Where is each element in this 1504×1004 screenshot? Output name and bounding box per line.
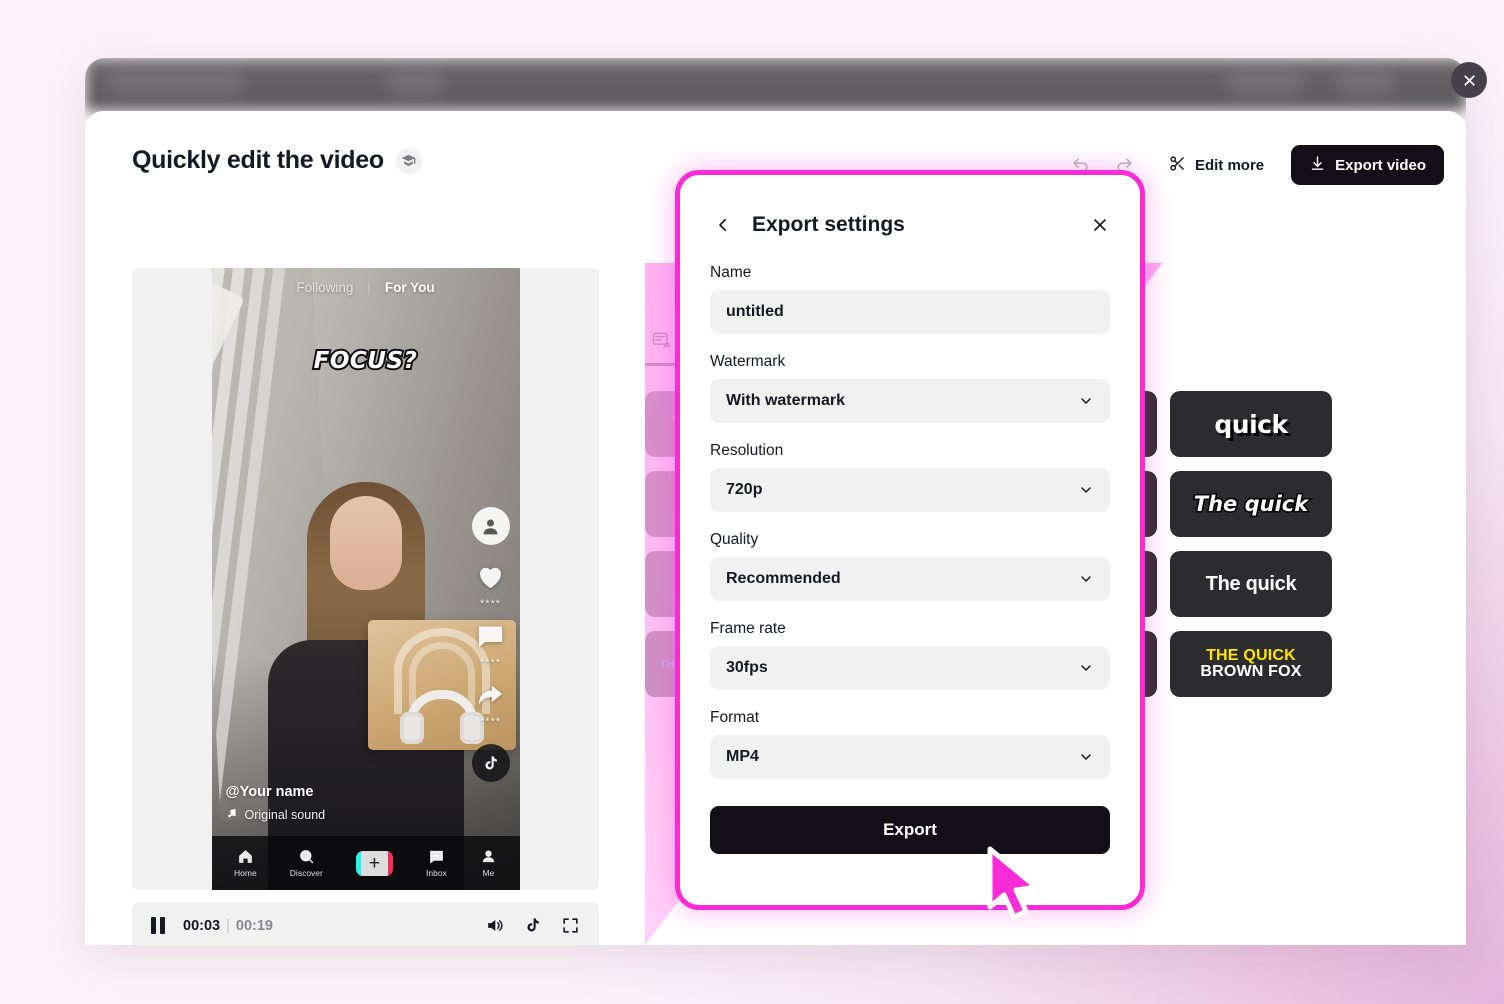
music-note-icon: [226, 807, 238, 822]
export-settings-modal: Export settings Name Watermark With wate…: [675, 170, 1145, 910]
watermark-label: Watermark: [710, 353, 786, 370]
video-preview-column: Following | For You FOCUS? **** **** ***…: [132, 268, 599, 945]
quality-label: Quality: [710, 531, 759, 548]
chevron-down-icon: [1081, 665, 1091, 671]
format-label: Format: [710, 709, 760, 726]
tiktok-note-icon[interactable]: [523, 916, 542, 935]
style-card[interactable]: THE QUICK BROWN FOX: [1170, 631, 1332, 697]
nav-discover-label: Discover: [289, 868, 323, 878]
tab-for-you[interactable]: For You: [385, 280, 435, 295]
scissors-icon: [1169, 155, 1186, 176]
player-bar: 00:03 | 00:19: [132, 902, 599, 945]
style-card-text: The quick: [1192, 491, 1309, 516]
blurred-top-bar: [85, 58, 1466, 111]
like-count: ****: [479, 598, 502, 610]
nav-discover[interactable]: Discover: [290, 848, 323, 878]
avatar[interactable]: [471, 507, 510, 545]
text-edit-icon[interactable]: [645, 323, 679, 366]
style-card[interactable]: The quick: [1170, 471, 1332, 537]
sound-row: Original sound: [226, 807, 326, 822]
panel-tabs: [645, 323, 679, 366]
resolution-value: 720p: [726, 481, 763, 498]
chevron-left-icon[interactable]: [710, 216, 736, 234]
close-icon[interactable]: [1451, 62, 1487, 98]
nav-inbox[interactable]: Inbox: [426, 848, 447, 878]
video-meta: @Your name Original sound: [226, 784, 326, 822]
share-count: ****: [479, 716, 502, 728]
format-select[interactable]: MP4: [710, 735, 1110, 779]
name-field[interactable]: [710, 290, 1110, 334]
style-card-text: The quick: [1205, 573, 1297, 595]
sound-label: Original sound: [244, 807, 326, 822]
nav-me[interactable]: Me: [480, 848, 497, 878]
share-icon[interactable]: [475, 679, 506, 715]
style-card-text: THE QUICK BROWN FOX: [1200, 647, 1302, 680]
comment-count: ****: [479, 657, 502, 669]
frame-rate-select[interactable]: 30fps: [710, 646, 1110, 690]
style-card-text: quick: [1214, 409, 1288, 439]
tiktok-feed-tabs: Following | For You: [212, 280, 520, 295]
watermark-select[interactable]: With watermark: [710, 379, 1110, 423]
fullscreen-icon[interactable]: [561, 916, 580, 935]
time-separator: |: [226, 917, 230, 934]
export-video-button[interactable]: Export video: [1291, 145, 1444, 185]
nav-create[interactable]: [355, 850, 393, 876]
current-time: 00:03: [183, 917, 221, 934]
page-title: Quickly edit the video: [132, 146, 422, 175]
video-frame[interactable]: Following | For You FOCUS? **** **** ***…: [132, 268, 599, 890]
format-value: MP4: [726, 748, 759, 765]
name-input[interactable]: [726, 303, 1094, 321]
export-button[interactable]: Export: [710, 806, 1110, 854]
edit-more-button[interactable]: Edit more: [1151, 145, 1282, 185]
nav-me-label: Me: [482, 868, 495, 878]
time-display: 00:03 | 00:19: [183, 918, 273, 934]
nav-home-label: Home: [234, 868, 257, 878]
edit-more-label: Edit more: [1194, 156, 1265, 174]
export-video-label: Export video: [1335, 156, 1426, 174]
quality-select[interactable]: Recommended: [710, 557, 1110, 601]
tiktok-note-disc-icon: [471, 744, 510, 782]
tab-following[interactable]: Following: [296, 280, 353, 295]
resolution-select[interactable]: 720p: [710, 468, 1110, 512]
volume-icon[interactable]: [485, 916, 504, 935]
pause-button[interactable]: [151, 917, 167, 934]
style-card[interactable]: quick: [1170, 391, 1332, 457]
download-icon: [1309, 155, 1326, 176]
modal-header: Export settings: [710, 205, 1110, 245]
video-canvas: Following | For You FOCUS? **** **** ***…: [211, 268, 520, 890]
chevron-down-icon: [1081, 487, 1091, 493]
comment-icon[interactable]: [475, 620, 506, 656]
frame-rate-label: Frame rate: [710, 620, 786, 637]
style-card[interactable]: The quick: [1170, 551, 1332, 617]
resolution-label: Resolution: [710, 442, 784, 459]
watermark-value: With watermark: [726, 392, 845, 409]
name-label: Name: [710, 264, 752, 281]
close-icon[interactable]: [1090, 215, 1110, 235]
tiktok-action-rail: **** **** ****: [471, 507, 510, 782]
frame-rate-value: 30fps: [726, 659, 768, 676]
username: @Your name: [225, 784, 314, 800]
video-caption-overlay: FOCUS?: [312, 346, 419, 376]
modal-title: Export settings: [752, 213, 905, 236]
nav-inbox-label: Inbox: [426, 868, 447, 878]
page-root: Quickly edit the video Edit more Export …: [0, 0, 1504, 1004]
tab-divider: |: [367, 280, 371, 295]
total-time: 00:19: [235, 917, 273, 934]
page-title-text: Quickly edit the video: [132, 146, 384, 174]
chevron-down-icon: [1081, 398, 1091, 404]
chevron-down-icon: [1081, 754, 1091, 760]
chevron-down-icon: [1081, 576, 1091, 582]
heart-icon[interactable]: [475, 561, 506, 597]
nav-home[interactable]: Home: [234, 848, 257, 878]
graduation-cap-icon[interactable]: [395, 147, 422, 174]
quality-value: Recommended: [726, 570, 841, 587]
plus-icon[interactable]: [355, 850, 393, 876]
tiktok-bottom-nav: Home Discover Inbox: [211, 836, 520, 890]
